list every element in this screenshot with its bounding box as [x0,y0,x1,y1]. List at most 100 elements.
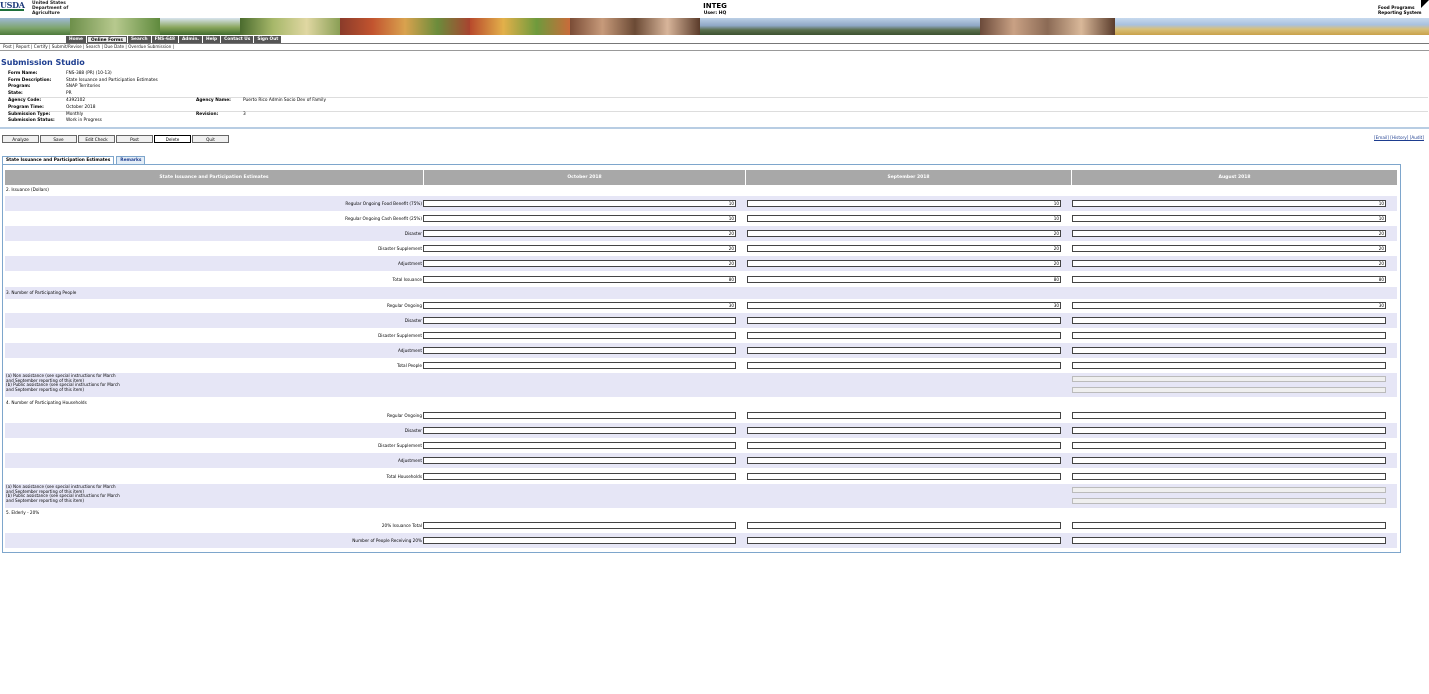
row-label: Disaster [404,318,422,323]
aug-people-disaster-supplement-input[interactable] [1072,332,1386,339]
oct-households-disaster-input[interactable] [423,427,736,434]
agency-code-label: Agency Code: [8,98,42,103]
tab-issuance-estimates[interactable]: State Issuance and Participation Estimat… [2,156,115,164]
note-line: and September reporting of this item) [6,497,84,503]
edit-check-button[interactable]: Edit Check [78,135,115,143]
sep-people-disaster-supplement-input[interactable] [747,332,1061,339]
sep-people-disaster-input[interactable] [747,317,1061,324]
aug-households-regular-input[interactable] [1072,412,1386,419]
sep-households-disaster-supplement-input[interactable] [747,442,1061,449]
oct-disaster-supplement-input[interactable]: 20 [423,245,736,252]
sep-people-regular-input[interactable]: 30 [747,302,1061,309]
aug-people-adjustment-input[interactable] [1072,347,1386,354]
section-issuance-heading: 2. Issuance (Dollars) [6,187,49,192]
sep-food-benefit-input[interactable]: 10 [747,200,1061,207]
sub-nav[interactable]: Post | Report | Certify | Submit/Revise … [3,44,174,49]
nav-sign-out[interactable]: Sign Out [254,36,282,43]
sep-adjustment-input[interactable]: 20 [747,260,1061,267]
row-label: Regular Ongoing Food Benefit (75%) [345,201,422,206]
table-header-title: State Issuance and Participation Estimat… [5,170,423,185]
program-time-value: October 2018 [66,104,96,110]
section-people-heading: 3. Number of Participating People [6,290,77,295]
aug-households-adjustment-input[interactable] [1072,457,1386,464]
sep-cash-benefit-input[interactable]: 10 [747,215,1061,222]
sep-households-regular-input[interactable] [747,412,1061,419]
nav-admin[interactable]: Admin. [178,36,203,43]
current-user: User: HQ [703,11,727,16]
nav-contact-us[interactable]: Contact Us [221,36,254,43]
note-line: and September reporting of this item) [6,386,84,392]
oct-elderly-people-input[interactable] [423,537,736,544]
aug-disaster-input[interactable]: 20 [1072,230,1386,237]
tab-remarks[interactable]: Remarks [116,156,146,164]
oct-food-benefit-input[interactable]: 10 [423,200,736,207]
row-label: Disaster [404,428,422,433]
sep-total-issuance-input[interactable]: 80 [747,276,1061,283]
aug-total-issuance-input[interactable]: 80 [1072,276,1386,283]
household-notes: (a) Non assistance (see special instruct… [6,484,120,503]
nav-help[interactable]: Help [203,36,221,43]
aug-households-disaster-input[interactable] [1072,427,1386,434]
aug-households-disaster-supplement-input[interactable] [1072,442,1386,449]
oct-people-disaster-input[interactable] [423,317,736,324]
aug-people-disaster-input[interactable] [1072,317,1386,324]
row-label: Disaster Supplement [378,443,422,448]
sep-elderly-people-input[interactable] [747,537,1061,544]
oct-people-regular-input[interactable]: 30 [423,302,736,309]
aug-adjustment-input[interactable]: 20 [1072,260,1386,267]
delete-button[interactable]: Delete [154,135,191,143]
analyze-button[interactable]: Analyze [2,135,39,143]
sep-households-adjustment-input[interactable] [747,457,1061,464]
quit-button[interactable]: Quit [192,135,229,143]
aug-elderly-people-input[interactable] [1072,537,1386,544]
aug-total-households-input[interactable] [1072,473,1386,480]
aug-cash-benefit-input[interactable]: 10 [1072,215,1386,222]
row-label: Regular Ongoing Cash Benefit (25%) [345,216,422,221]
row-label: Regular Ongoing [386,303,422,308]
revision-value: 3 [243,111,246,117]
section-households-heading: 4. Number of Participating Households [6,400,87,405]
usda-logo-bar [0,9,24,11]
nav-search[interactable]: Search [127,36,151,43]
nav-online-forms[interactable]: Online Forms [86,36,127,43]
agency-code-value: 4392102 [66,98,86,103]
sep-total-people-input[interactable] [747,362,1061,369]
oct-households-regular-input[interactable] [423,412,736,419]
oct-households-adjustment-input[interactable] [423,457,736,464]
aug-food-benefit-input[interactable]: 10 [1072,200,1386,207]
save-button[interactable]: Save [40,135,77,143]
oct-people-adjustment-input[interactable] [423,347,736,354]
oct-total-households-input[interactable] [423,473,736,480]
oct-households-disaster-supplement-input[interactable] [423,442,736,449]
post-button[interactable]: Post [116,135,153,143]
app-title: INTEG [703,2,727,10]
row-label: Disaster Supplement [378,246,422,251]
sep-elderly-issuance-input[interactable] [747,522,1061,529]
sep-households-disaster-input[interactable] [747,427,1061,434]
aug-disaster-supplement-input[interactable]: 20 [1072,245,1386,252]
agency-name-label: Agency Name: [196,98,231,103]
oct-disaster-input[interactable]: 20 [423,230,736,237]
agency-name-value: Puerto Rico Admin Socio Dev of Family [243,98,327,103]
aug-people-regular-input[interactable]: 30 [1072,302,1386,309]
sep-people-adjustment-input[interactable] [747,347,1061,354]
aug-total-people-input[interactable] [1072,362,1386,369]
aug-elderly-issuance-input[interactable] [1072,522,1386,529]
sep-disaster-supplement-input[interactable]: 20 [747,245,1061,252]
oct-people-disaster-supplement-input[interactable] [423,332,736,339]
oct-total-people-input[interactable] [423,362,736,369]
nav-fns-648[interactable]: FNS-648 [151,36,178,43]
usda-logo[interactable]: USDA [0,0,25,11]
revision-label: Revision: [196,111,219,117]
form-name-label: Form Name: [8,71,38,76]
system-name-line: Reporting System [1378,11,1422,16]
oct-adjustment-input[interactable]: 20 [423,260,736,267]
sep-disaster-input[interactable]: 20 [747,230,1061,237]
oct-total-issuance-input[interactable]: 80 [423,276,736,283]
nav-home[interactable]: Home [66,36,86,43]
site-header: USDA United States Department of Agricul… [0,0,1429,36]
sep-total-households-input[interactable] [747,473,1061,480]
oct-cash-benefit-input[interactable]: 10 [423,215,736,222]
email-history-audit-links[interactable]: [Email] [History] [Audit] [1374,135,1424,140]
oct-elderly-issuance-input[interactable] [423,522,736,529]
